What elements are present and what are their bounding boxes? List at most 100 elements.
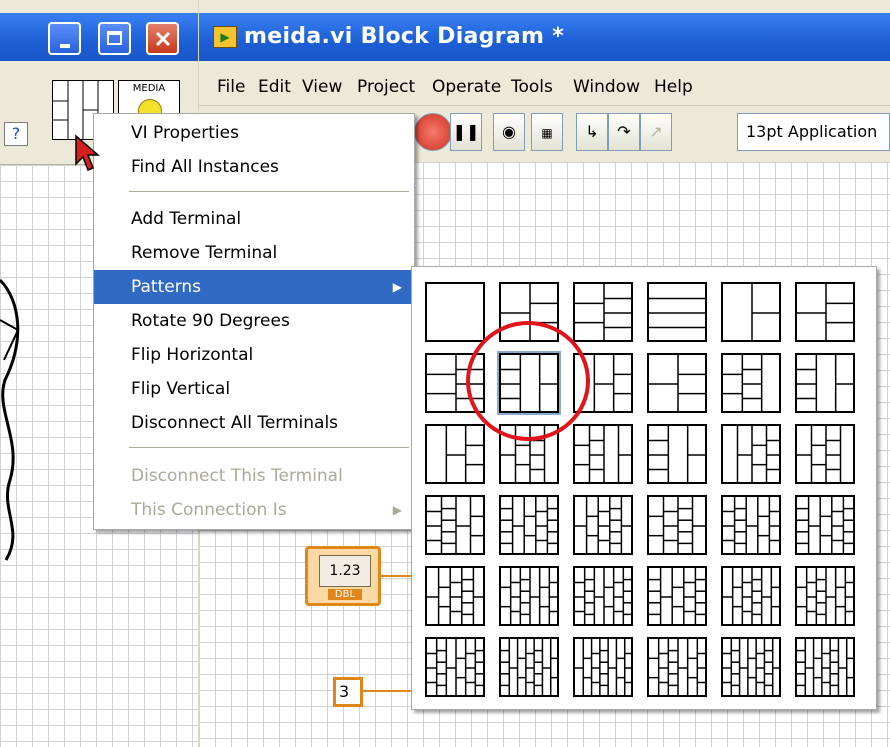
connector-pattern-icon xyxy=(575,497,633,555)
menu-item-patterns[interactable]: Patterns ▶ xyxy=(94,270,414,304)
pattern-3-3[interactable] xyxy=(573,424,633,484)
step-over-button[interactable]: ↷ xyxy=(608,113,640,151)
connector-pattern-icon xyxy=(575,639,633,697)
pattern-6-5[interactable] xyxy=(721,637,781,697)
menu-item-flip-horizontal[interactable]: Flip Horizontal xyxy=(94,338,414,372)
menu-view[interactable]: View xyxy=(302,77,342,97)
pattern-1-4[interactable] xyxy=(647,282,707,342)
pause-icon: ❚❚ xyxy=(452,122,480,141)
close-button[interactable] xyxy=(146,22,179,55)
wire[interactable] xyxy=(381,575,413,577)
menu-item-rotate-90[interactable]: Rotate 90 Degrees xyxy=(94,304,414,338)
connector-pattern-icon xyxy=(575,426,633,484)
minimize-icon xyxy=(60,44,70,48)
probe-icon: ▦ xyxy=(541,126,553,140)
pattern-3-6[interactable] xyxy=(795,424,855,484)
connector-pattern-icon xyxy=(445,426,485,484)
pattern-6-3[interactable] xyxy=(573,637,633,697)
pattern-5-3[interactable] xyxy=(573,566,633,626)
connector-pattern-icon xyxy=(723,639,781,697)
lightbulb-icon: ◉ xyxy=(502,122,516,141)
menu-item-add-terminal[interactable]: Add Terminal xyxy=(94,202,414,236)
connector-pattern-icon xyxy=(797,426,842,484)
pattern-5-1[interactable] xyxy=(425,566,485,626)
wire[interactable] xyxy=(363,690,413,692)
maximize-button[interactable] xyxy=(98,22,131,55)
pattern-1-5[interactable] xyxy=(721,282,781,342)
connector-pattern-icon xyxy=(723,497,781,555)
help-icon[interactable]: ? xyxy=(4,122,28,146)
step-into-button[interactable]: ↳ xyxy=(576,113,608,151)
pattern-6-2[interactable] xyxy=(499,637,559,697)
abort-button[interactable] xyxy=(414,113,452,151)
menu-project[interactable]: Project xyxy=(357,77,415,97)
pattern-2-5[interactable] xyxy=(721,353,781,413)
connector-pattern-icon xyxy=(649,355,707,413)
connector-pattern-icon xyxy=(649,497,707,555)
numeric-control-terminal[interactable]: 1.23 DBL xyxy=(305,546,381,606)
menu-item-find-all-instances[interactable]: Find All Instances xyxy=(94,150,414,184)
retain-wire-values-button[interactable]: ▦ xyxy=(531,113,563,151)
pattern-6-4[interactable] xyxy=(647,637,707,697)
connector-pattern-icon xyxy=(797,284,855,342)
pattern-2-4[interactable] xyxy=(647,353,707,413)
maximize-icon xyxy=(107,31,122,45)
menu-help[interactable]: Help xyxy=(654,77,693,97)
menu-item-disconnect-all[interactable]: Disconnect All Terminals xyxy=(94,406,414,440)
pattern-4-2[interactable] xyxy=(499,495,559,555)
pattern-4-6[interactable] xyxy=(795,495,855,555)
menu-item-remove-terminal[interactable]: Remove Terminal xyxy=(94,236,414,270)
menu-separator xyxy=(129,191,409,192)
menu-file[interactable]: File xyxy=(217,77,245,97)
highlight-execution-button[interactable]: ◉ xyxy=(493,113,525,151)
submenu-arrow-icon: ▶ xyxy=(392,280,402,294)
pattern-2-6[interactable] xyxy=(795,353,855,413)
menu-item-vi-properties[interactable]: VI Properties xyxy=(94,116,414,150)
numeric-type-label: DBL xyxy=(328,589,362,600)
pattern-1-6[interactable] xyxy=(795,282,855,342)
close-icon xyxy=(155,31,171,47)
connector-pattern-icon xyxy=(649,297,707,329)
menu-operate[interactable]: Operate xyxy=(432,77,501,97)
pattern-6-1[interactable] xyxy=(425,637,485,697)
connector-pattern-icon xyxy=(427,568,485,626)
step-out-icon: ↗ xyxy=(649,122,663,141)
pattern-6-6[interactable] xyxy=(795,637,855,697)
menu-item-flip-vertical[interactable]: Flip Vertical xyxy=(94,372,414,406)
pattern-3-4[interactable] xyxy=(647,424,707,484)
step-over-icon: ↷ xyxy=(617,122,631,141)
pattern-1-3[interactable] xyxy=(573,282,633,342)
pattern-3-1[interactable] xyxy=(425,424,485,484)
pattern-4-4[interactable] xyxy=(647,495,707,555)
pause-button[interactable]: ❚❚ xyxy=(450,113,482,151)
menu-tools[interactable]: Tools xyxy=(511,77,553,97)
pattern-4-1[interactable] xyxy=(425,495,485,555)
menu-item-disconnect-this: Disconnect This Terminal xyxy=(131,466,343,486)
menu-window[interactable]: Window xyxy=(573,77,640,97)
connector-pattern-icon xyxy=(723,568,781,626)
step-out-button[interactable]: ↗ xyxy=(640,113,672,151)
connector-pattern-icon xyxy=(427,639,485,697)
pattern-4-3[interactable] xyxy=(573,495,633,555)
block-diagram-icon: ▶ xyxy=(213,26,237,48)
mouse-cursor-icon xyxy=(75,134,100,171)
pattern-4-5[interactable] xyxy=(721,495,781,555)
connector-pattern-icon xyxy=(797,639,855,697)
pattern-5-6[interactable] xyxy=(795,566,855,626)
connector-pattern-icon xyxy=(501,639,559,697)
connector-pattern-icon xyxy=(427,497,485,555)
pattern-5-2[interactable] xyxy=(499,566,559,626)
menu-edit[interactable]: Edit xyxy=(258,77,291,97)
connector-pattern-icon xyxy=(649,639,707,697)
pattern-5-5[interactable] xyxy=(721,566,781,626)
step-into-icon: ↳ xyxy=(585,122,599,141)
connector-pattern-icon xyxy=(501,568,559,626)
pattern-1-1[interactable] xyxy=(425,282,485,342)
menu-separator xyxy=(129,447,409,448)
numeric-constant[interactable]: 3 xyxy=(333,677,363,707)
connector-pattern-icon xyxy=(575,284,633,342)
font-select[interactable]: 13pt Application xyxy=(737,113,890,151)
pattern-3-5[interactable] xyxy=(721,424,781,484)
minimize-button[interactable] xyxy=(48,22,81,55)
pattern-5-4[interactable] xyxy=(647,566,707,626)
